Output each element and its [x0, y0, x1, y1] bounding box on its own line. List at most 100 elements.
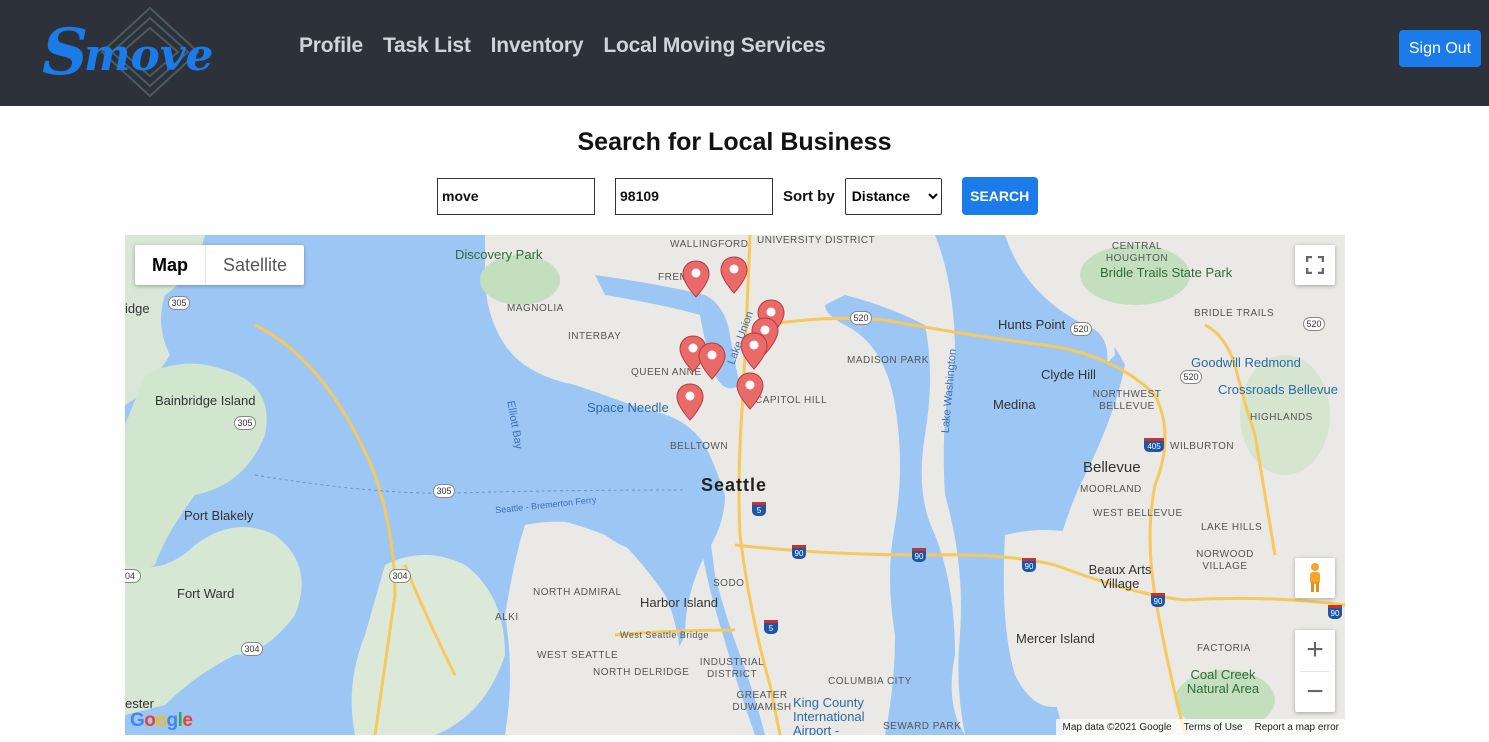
interstate-90-shield: 90 — [1328, 605, 1342, 619]
interstate-90-shield: 90 — [792, 545, 806, 559]
interstate-405-shield: 405 — [1144, 438, 1164, 452]
main-nav: Profile Task List Inventory Local Moving… — [299, 34, 826, 58]
label-bridle-trails-nb: BRIDLE TRAILS — [1194, 308, 1275, 319]
label-highlands: HIGHLANDS — [1250, 412, 1313, 423]
google-logo[interactable]: Google — [130, 710, 193, 732]
route-shield-305: 305 — [433, 484, 455, 498]
map-type-control: Map Satellite — [135, 245, 305, 285]
label-clyde-hill: Clyde Hill — [1041, 367, 1096, 382]
label-north-admiral: NORTH ADMIRAL — [533, 587, 622, 598]
label-wallingford: WALLINGFORD — [670, 239, 749, 250]
label-beaux-arts: Beaux Arts Village — [1088, 562, 1152, 591]
label-columbia-city: COLUMBIA CITY — [828, 676, 912, 687]
smove-logo[interactable]: S move — [40, 4, 240, 100]
route-shield-304: 304 — [389, 569, 411, 583]
keyword-input[interactable] — [437, 177, 595, 215]
label-sodo: SODO — [713, 578, 745, 589]
nav-inventory[interactable]: Inventory — [491, 34, 584, 58]
report-map-error-link[interactable]: Report a map error — [1255, 722, 1339, 733]
label-ester: ester — [125, 696, 154, 711]
interstate-5-shield: 5 — [752, 502, 766, 516]
route-shield-304: 304 — [241, 642, 263, 656]
google-map[interactable]: Discovery Park Bridle Trails State Park … — [125, 235, 1345, 735]
label-magnolia: MAGNOLIA — [507, 303, 564, 314]
fullscreen-icon — [1306, 256, 1324, 274]
zip-input[interactable] — [615, 177, 773, 215]
label-bridle-trails: Bridle Trails State Park — [1100, 265, 1233, 280]
label-crossroads: Crossroads Bellevue — [1218, 382, 1338, 397]
label-greater-duwamish: GREATER DUWAMISH — [732, 690, 792, 713]
map-type-satellite[interactable]: Satellite — [206, 245, 304, 285]
label-north-delridge: NORTH DELRIDGE — [593, 667, 690, 678]
label-ridge: idge — [125, 301, 150, 316]
map-marker[interactable] — [682, 260, 710, 298]
label-space-needle: Space Needle — [587, 400, 669, 415]
label-belltown: BELLTOWN — [670, 441, 729, 452]
route-shield-520: 520 — [1303, 317, 1325, 331]
interstate-90-shield: 90 — [1022, 558, 1036, 572]
label-west-seattle: WEST SEATTLE — [537, 650, 619, 661]
label-factoria: FACTORIA — [1197, 643, 1251, 654]
svg-text:move: move — [84, 30, 213, 81]
interstate-5-shield: 5 — [764, 620, 778, 634]
map-marker[interactable] — [698, 342, 726, 380]
map-marker[interactable] — [720, 256, 748, 294]
route-shield-04: 04 — [125, 569, 141, 583]
label-bainbridge: Bainbridge Island — [155, 393, 256, 408]
map-data-credit: Map data ©2021 Google — [1062, 721, 1172, 733]
route-shield-520: 520 — [1180, 370, 1202, 384]
sort-select[interactable]: Distance — [844, 177, 942, 215]
search-form: Sort by Distance SEARCH — [437, 177, 1038, 215]
sign-out-button[interactable]: Sign Out — [1399, 30, 1481, 67]
interstate-90-shield: 90 — [912, 548, 926, 562]
map-type-map[interactable]: Map — [135, 245, 206, 285]
top-navbar: S move Profile Task List Inventory Local… — [0, 0, 1489, 106]
label-alki: ALKI — [495, 612, 519, 623]
label-port-blakely: Port Blakely — [184, 508, 254, 523]
map-attribution: Map data ©2021 Google Terms of Use Repor… — [1056, 719, 1345, 735]
nav-profile[interactable]: Profile — [299, 34, 363, 58]
label-university-district: UNIVERSITY DISTRICT — [757, 235, 876, 246]
label-northwest-bellevue: NORTHWEST BELLEVUE — [1092, 389, 1162, 412]
sort-by-label: Sort by — [783, 187, 835, 205]
label-industrial-district: INDUSTRIAL DISTRICT — [699, 657, 765, 680]
label-central-houghton: CENTRAL HOUGHTON — [1105, 241, 1169, 264]
route-shield-305: 305 — [234, 416, 256, 430]
map-marker[interactable] — [740, 332, 768, 370]
label-medina: Medina — [993, 397, 1036, 412]
label-seward-park: SEWARD PARK — [883, 721, 962, 732]
interstate-90-shield: 90 — [1151, 593, 1165, 607]
route-shield-520: 520 — [1070, 322, 1092, 336]
label-harbor-island: Harbor Island — [640, 595, 719, 610]
label-lake-hills: LAKE HILLS — [1201, 522, 1263, 533]
label-fort-ward: Fort Ward — [177, 586, 235, 601]
svg-text:S: S — [42, 15, 88, 90]
label-moorland: MOORLAND — [1080, 484, 1142, 495]
label-interbay: INTERBAY — [568, 331, 622, 342]
street-view-pegman[interactable] — [1295, 558, 1335, 598]
zoom-control: + − — [1295, 630, 1335, 712]
label-west-bellevue: WEST BELLEVUE — [1093, 508, 1183, 519]
map-marker[interactable] — [676, 383, 704, 421]
pegman-icon — [1310, 563, 1320, 592]
label-hunts-point: Hunts Point — [998, 317, 1066, 332]
label-discovery-park: Discovery Park — [455, 247, 543, 262]
label-seattle: Seattle — [701, 475, 768, 495]
label-goodwill: Goodwill Redmond — [1191, 355, 1301, 370]
page-title: Search for Local Business — [577, 128, 892, 156]
fullscreen-button[interactable] — [1295, 245, 1335, 285]
zoom-in-button[interactable]: + — [1295, 630, 1335, 671]
route-shield-305: 305 — [168, 296, 190, 310]
nav-local-moving-services[interactable]: Local Moving Services — [603, 34, 825, 58]
zoom-out-button[interactable]: − — [1295, 671, 1335, 712]
map-marker[interactable] — [736, 372, 764, 410]
label-king-county: King County International Airport - — [793, 695, 865, 736]
label-coal-creek: Coal Creek Natural Area — [1186, 667, 1260, 696]
label-madison-park: MADISON PARK — [847, 355, 929, 366]
route-shield-520: 520 — [850, 311, 872, 325]
label-west-seattle-bridge: West Seattle Bridge — [620, 630, 709, 640]
search-button[interactable]: SEARCH — [961, 177, 1038, 215]
terms-of-use-link[interactable]: Terms of Use — [1184, 722, 1243, 733]
label-capitol-hill: CAPITOL HILL — [755, 395, 828, 406]
nav-task-list[interactable]: Task List — [383, 34, 471, 58]
